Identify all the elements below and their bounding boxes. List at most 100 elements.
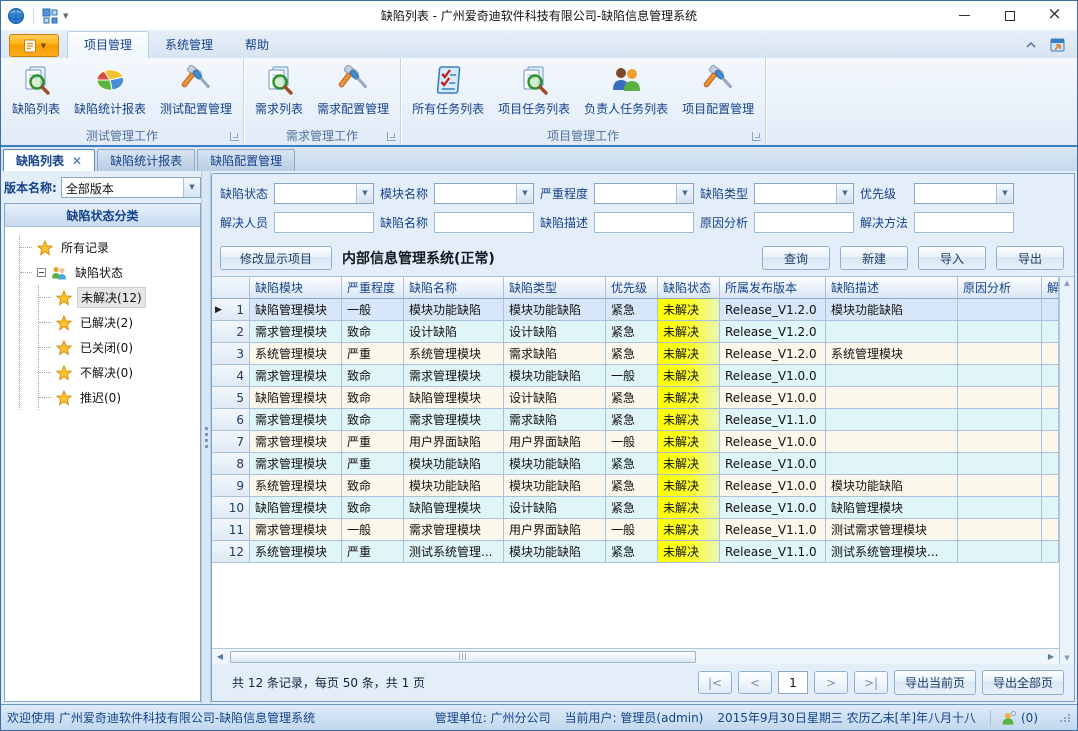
first-page-button[interactable]: |<	[698, 671, 732, 694]
filter-select-缺陷状态[interactable]: ▼	[274, 183, 374, 204]
dialog-launcher-icon[interactable]	[230, 132, 239, 141]
table-row[interactable]: 2需求管理模块致命设计缺陷设计缺陷紧急未解决Release_V1.2.0	[212, 321, 1059, 343]
action-button-查询[interactable]: 查询	[762, 246, 830, 270]
doc-tab-缺陷统计报表[interactable]: 缺陷统计报表	[97, 149, 195, 171]
table-row[interactable]: 8需求管理模块严重模块功能缺陷模块功能缺陷紧急未解决Release_V1.0.0	[212, 453, 1059, 475]
version-dropdown-icon[interactable]: ▼	[183, 178, 200, 197]
table-row[interactable]: 6需求管理模块致命需求管理模块需求缺陷紧急未解决Release_V1.1.0	[212, 409, 1059, 431]
table-row[interactable]: 12系统管理模块严重测试系统管理...模块功能缺陷紧急未解决Release_V1…	[212, 541, 1059, 563]
dropdown-icon[interactable]: ▼	[996, 184, 1013, 203]
tree-item-缺陷状态[interactable]: 缺陷状态	[20, 260, 196, 285]
layout-grid-icon[interactable]	[42, 8, 58, 24]
next-page-button[interactable]: >	[814, 671, 848, 694]
ribbon-tab-项目管理[interactable]: 项目管理	[67, 31, 149, 58]
tree-item-不解决(0)[interactable]: 不解决(0)	[39, 360, 196, 385]
export-all-pages-button[interactable]: 导出全部页	[982, 670, 1064, 695]
scroll-right-icon[interactable]: ▶	[1043, 650, 1059, 664]
export-current-page-button[interactable]: 导出当前页	[894, 670, 976, 695]
scroll-down-icon[interactable]: ▼	[1064, 654, 1069, 662]
cell-module: 需求管理模块	[255, 367, 327, 384]
dropdown-icon[interactable]: ▼	[516, 184, 533, 203]
column-header-缺陷描述[interactable]: 缺陷描述	[826, 277, 958, 299]
column-header-缺陷状态[interactable]: 缺陷状态	[658, 277, 720, 299]
ribbon-button-所有任务列表[interactable]: 所有任务列表	[405, 61, 491, 119]
tree-item-已关闭(0)[interactable]: 已关闭(0)	[39, 335, 196, 360]
ribbon-button-项目配置管理[interactable]: 项目配置管理	[675, 61, 761, 119]
prev-page-button[interactable]: <	[738, 671, 772, 694]
filter-input-原因分析[interactable]	[754, 212, 854, 233]
tree-item-所有记录[interactable]: 所有记录	[20, 235, 196, 260]
tree-item-已解决(2)[interactable]: 已解决(2)	[39, 310, 196, 335]
table-row[interactable]: 5缺陷管理模块致命缺陷管理模块设计缺陷紧急未解决Release_V1.0.0	[212, 387, 1059, 409]
filter-select-优先级[interactable]: ▼	[914, 183, 1014, 204]
table-row[interactable]: 4需求管理模块致命需求管理模块模块功能缺陷一般未解决Release_V1.0.0	[212, 365, 1059, 387]
version-select[interactable]: 全部版本 ▼	[61, 177, 201, 198]
sidebar-splitter[interactable]	[201, 171, 211, 704]
action-button-新建[interactable]: 新建	[840, 246, 908, 270]
filter-input-缺陷名称[interactable]	[434, 212, 534, 233]
table-row[interactable]: 10缺陷管理模块致命缺陷管理模块设计缺陷紧急未解决Release_V1.0.0缺…	[212, 497, 1059, 519]
ribbon-button-测试配置管理[interactable]: 测试配置管理	[153, 61, 239, 119]
modify-columns-button[interactable]: 修改显示项目	[220, 246, 332, 270]
column-header-原因分析[interactable]: 原因分析	[958, 277, 1042, 299]
ribbon-button-缺陷统计报表[interactable]: 缺陷统计报表	[67, 61, 153, 119]
ribbon-tab-系统管理[interactable]: 系统管理	[149, 32, 229, 58]
doc-tab-缺陷列表[interactable]: 缺陷列表✕	[3, 149, 95, 171]
doc-tab-缺陷配置管理[interactable]: 缺陷配置管理	[197, 149, 295, 171]
filter-select-模块名称[interactable]: ▼	[434, 183, 534, 204]
application-menu-button[interactable]: ▼	[9, 34, 59, 57]
ribbon-button-负责人任务列表[interactable]: 负责人任务列表	[577, 61, 675, 119]
ribbon-collapse-icon[interactable]	[1023, 37, 1039, 53]
qat-dropdown-caret[interactable]: ▼	[63, 12, 68, 20]
tree-collapse-icon[interactable]	[37, 268, 46, 277]
table-row[interactable]: 9系统管理模块致命模块功能缺陷模块功能缺陷紧急未解决Release_V1.0.0…	[212, 475, 1059, 497]
horizontal-scrollbar[interactable]: ◀ ▶	[212, 648, 1059, 664]
dropdown-icon[interactable]: ▼	[676, 184, 693, 203]
window-switch-icon[interactable]	[1049, 36, 1067, 54]
dropdown-icon[interactable]: ▼	[836, 184, 853, 203]
action-button-导出[interactable]: 导出	[996, 246, 1064, 270]
ribbon-button-项目任务列表[interactable]: 项目任务列表	[491, 61, 577, 119]
table-row[interactable]: 11需求管理模块一般需求管理模块用户界面缺陷一般未解决Release_V1.1.…	[212, 519, 1059, 541]
tree-item-未解决(12)[interactable]: 未解决(12)	[39, 285, 196, 310]
column-header-解决[interactable]: 解决	[1042, 277, 1059, 299]
column-header-缺陷模块[interactable]: 缺陷模块	[250, 277, 342, 299]
column-header-优先级[interactable]: 优先级	[606, 277, 658, 299]
resize-grip[interactable]	[1060, 714, 1071, 722]
dialog-launcher-icon[interactable]	[387, 132, 396, 141]
tools-icon	[701, 63, 735, 97]
action-button-导入[interactable]: 导入	[918, 246, 986, 270]
column-header-所属发布版本[interactable]: 所属发布版本	[720, 277, 826, 299]
tab-close-icon[interactable]: ✕	[72, 155, 82, 167]
scroll-up-icon[interactable]: ▲	[1064, 279, 1069, 287]
ribbon-button-缺陷列表[interactable]: 缺陷列表	[5, 61, 67, 119]
filter-select-缺陷类型[interactable]: ▼	[754, 183, 854, 204]
filter-input-解决方法[interactable]	[914, 212, 1014, 233]
filter-input-解决人员[interactable]	[274, 212, 374, 233]
vertical-scrollbar[interactable]: ▲ ▼	[1059, 277, 1074, 664]
column-header-缺陷类型[interactable]: 缺陷类型	[504, 277, 606, 299]
column-header-严重程度[interactable]: 严重程度	[342, 277, 404, 299]
dropdown-icon[interactable]: ▼	[356, 184, 373, 203]
ribbon-button-需求配置管理[interactable]: 需求配置管理	[310, 61, 396, 119]
scrollbar-thumb[interactable]	[230, 651, 696, 663]
table-row[interactable]: 7需求管理模块严重用户界面缺陷用户界面缺陷一般未解决Release_V1.0.0	[212, 431, 1059, 453]
tree-item-推迟(0)[interactable]: 推迟(0)	[39, 385, 196, 410]
page-number-input[interactable]	[778, 671, 808, 694]
filter-label-缺陷状态: 缺陷状态	[220, 185, 274, 202]
column-header-row-selector[interactable]	[212, 277, 250, 299]
filter-select-严重程度[interactable]: ▼	[594, 183, 694, 204]
close-button[interactable]: ×	[1032, 1, 1077, 30]
table-row[interactable]: ▶1缺陷管理模块一般模块功能缺陷模块功能缺陷紧急未解决Release_V1.2.…	[212, 299, 1059, 321]
dialog-launcher-icon[interactable]	[752, 132, 761, 141]
close-icon: ×	[1047, 6, 1061, 23]
ribbon-button-需求列表[interactable]: 需求列表	[248, 61, 310, 119]
maximize-button[interactable]	[987, 1, 1032, 30]
column-header-缺陷名称[interactable]: 缺陷名称	[404, 277, 504, 299]
scroll-left-icon[interactable]: ◀	[212, 650, 228, 664]
ribbon-tab-帮助[interactable]: 帮助	[229, 32, 285, 58]
minimize-button[interactable]	[942, 1, 987, 30]
table-row[interactable]: 3系统管理模块严重系统管理模块需求缺陷紧急未解决Release_V1.2.0系统…	[212, 343, 1059, 365]
filter-input-缺陷描述[interactable]	[594, 212, 694, 233]
last-page-button[interactable]: >|	[854, 671, 888, 694]
